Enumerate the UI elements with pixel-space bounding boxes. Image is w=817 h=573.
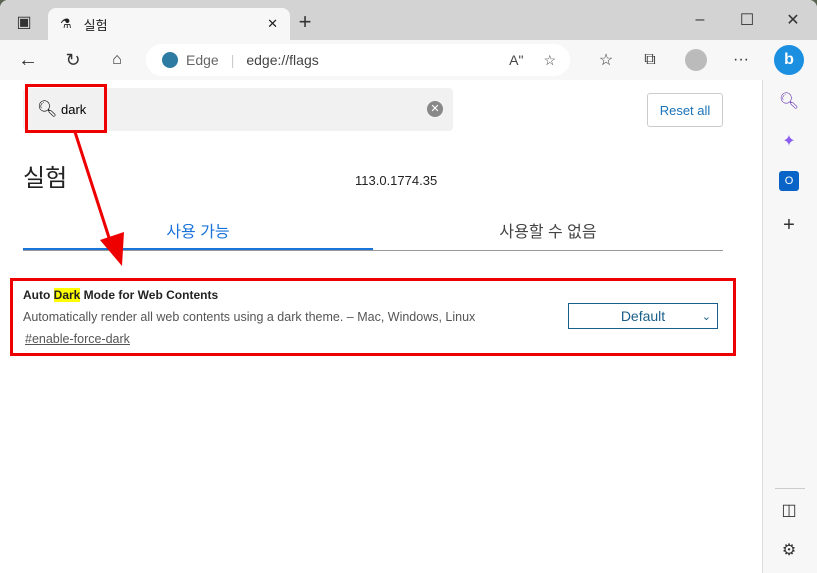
divider: | — [230, 52, 235, 68]
tab-actions-icon[interactable]: ▣ — [14, 12, 34, 32]
url-text: edge://flags — [246, 52, 319, 68]
close-tab-icon[interactable]: ✕ — [267, 16, 278, 32]
outlook-icon[interactable]: O — [779, 171, 799, 191]
address-bar[interactable]: Edge | edge://flags A" ☆ — [146, 44, 570, 76]
copilot-icon[interactable]: ✦ — [779, 131, 799, 151]
tab-flags[interactable]: ⚗ 실험 ✕ — [48, 8, 290, 40]
tab-bar: ▣ ⚗ 실험 ✕ + – ☐ ✕ — [0, 0, 817, 40]
sidebar: 🔍︎ ✦ O + ◫ ⚙ — [762, 80, 817, 573]
collections-icon[interactable]: ⧉ — [640, 50, 660, 70]
add-icon[interactable]: + — [779, 214, 799, 236]
favorites-icon[interactable]: ☆ — [596, 50, 616, 70]
flags-page: 🔍︎ dark ✕ Reset all 실험 113.0.1774.35 사용 … — [0, 80, 762, 573]
hide-sidebar-icon[interactable]: ◫ — [779, 500, 799, 520]
add-favorite-icon[interactable]: ☆ — [543, 52, 556, 69]
divider — [775, 488, 805, 489]
profile-avatar[interactable] — [685, 49, 707, 71]
annotation-arrow — [73, 131, 124, 266]
more-icon[interactable]: ··· — [731, 50, 751, 70]
search-icon[interactable]: 🔍︎ — [779, 91, 799, 111]
site-label: Edge — [186, 52, 219, 68]
browser-window: ▣ ⚗ 실험 ✕ + – ☐ ✕ ← ↻ ⌂ Edge | edge://fla… — [0, 0, 817, 573]
chevron-down-icon: ⌄ — [701, 310, 711, 323]
minimize-icon[interactable]: – — [690, 10, 710, 30]
refresh-icon[interactable]: ↻ — [63, 50, 83, 70]
flag-name: Auto Dark Mode for Web Contents — [23, 288, 219, 302]
flag-item: Auto Dark Mode for Web Contents Automati… — [23, 288, 475, 346]
read-aloud-icon[interactable]: A" — [509, 52, 523, 68]
home-icon[interactable]: ⌂ — [107, 50, 127, 70]
flask-icon: ⚗ — [60, 16, 72, 31]
maximize-icon[interactable]: ☐ — [737, 10, 757, 30]
flag-state-select[interactable]: Default ⌄ — [568, 303, 718, 329]
tab-title: 실험 — [83, 17, 108, 33]
settings-icon[interactable]: ⚙ — [779, 540, 799, 560]
back-icon[interactable]: ← — [18, 49, 38, 71]
bing-icon[interactable]: b — [774, 45, 804, 75]
new-tab-icon[interactable]: + — [295, 9, 315, 34]
edge-logo-icon — [162, 52, 178, 68]
close-window-icon[interactable]: ✕ — [783, 10, 803, 30]
toolbar: ← ↻ ⌂ Edge | edge://flags A" ☆ ☆ ⧉ ··· b — [0, 40, 817, 80]
flag-link[interactable]: #enable-force-dark — [25, 332, 475, 346]
flag-description: Automatically render all web contents us… — [23, 310, 476, 324]
